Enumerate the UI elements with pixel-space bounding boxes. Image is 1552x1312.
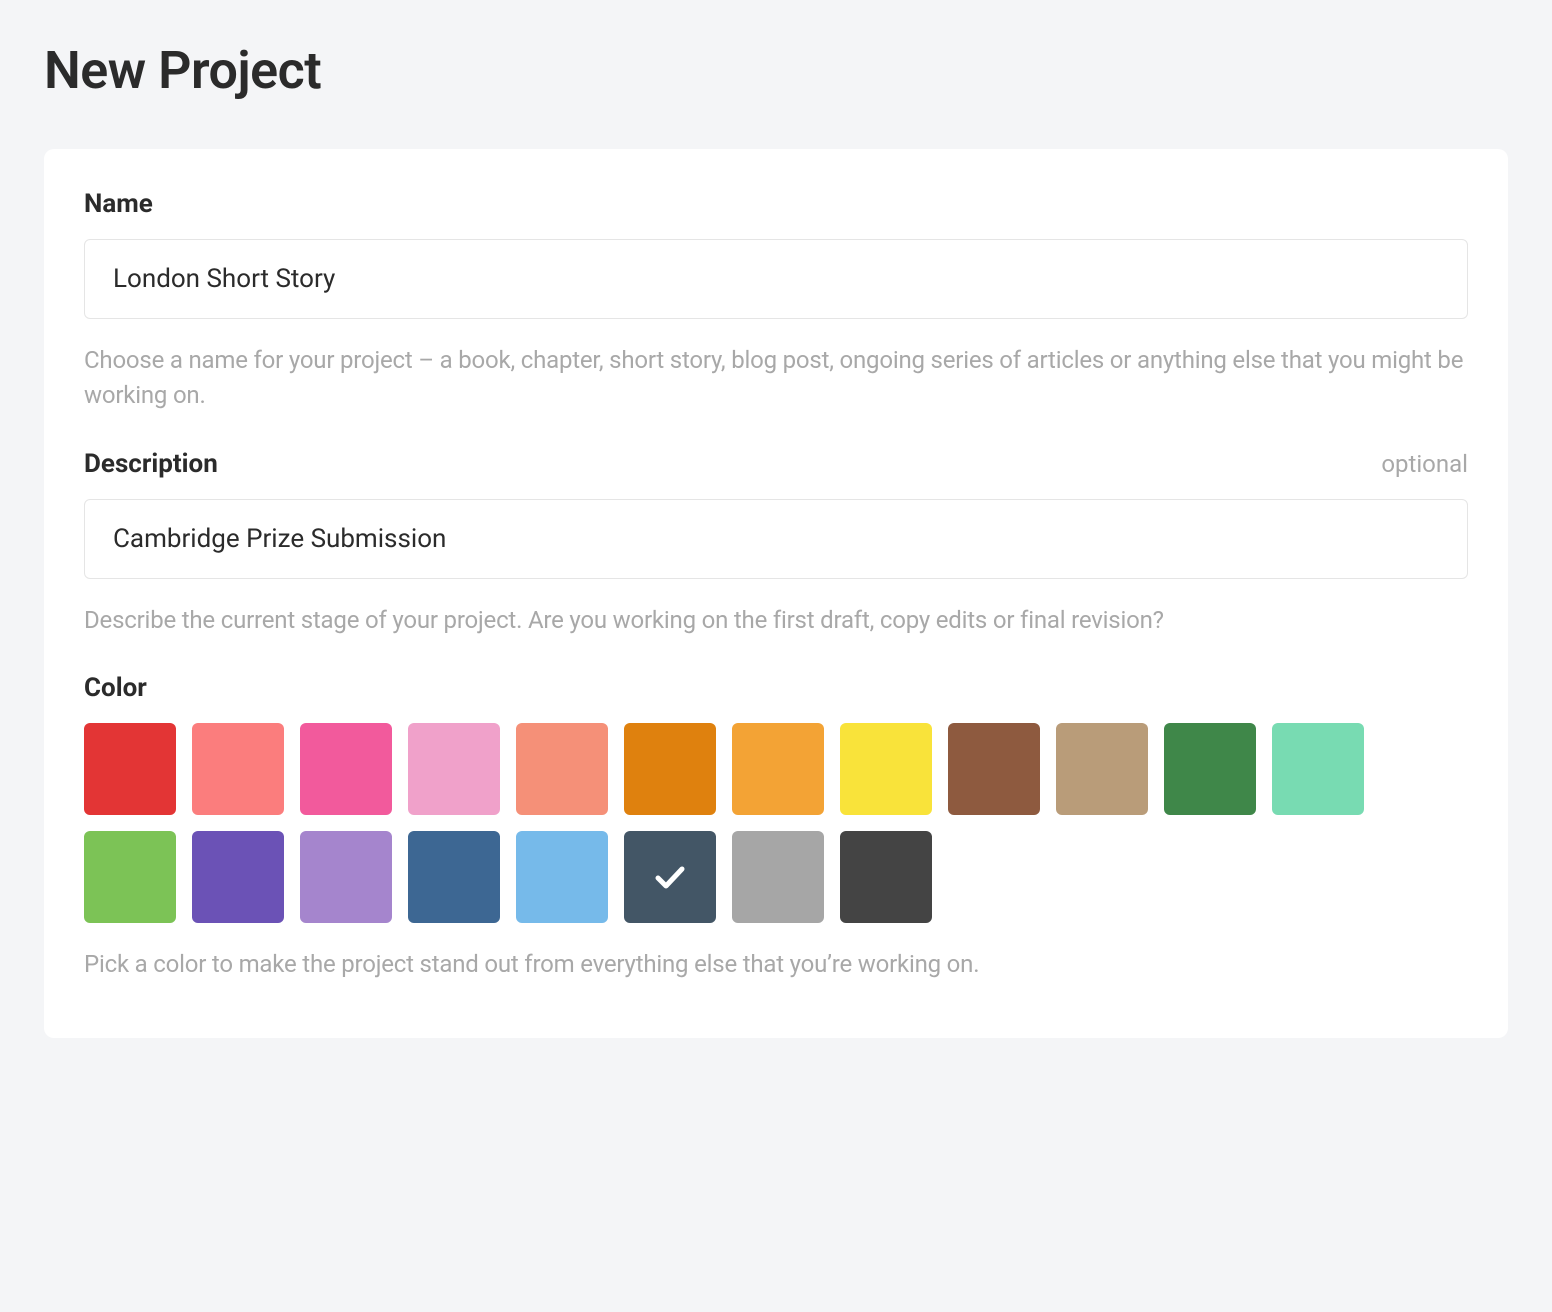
new-project-form-card: Name Choose a name for your project – a … <box>44 149 1508 1038</box>
color-swatch-brown[interactable] <box>948 723 1040 815</box>
name-help-text: Choose a name for your project – a book,… <box>84 343 1468 413</box>
color-swatch-yellow[interactable] <box>840 723 932 815</box>
color-swatch-pink[interactable] <box>300 723 392 815</box>
color-swatch-orange[interactable] <box>732 723 824 815</box>
description-field-group: Description optional Describe the curren… <box>84 449 1468 638</box>
color-swatch-steel-blue[interactable] <box>408 831 500 923</box>
color-swatch-coral[interactable] <box>516 723 608 815</box>
color-swatch-red[interactable] <box>84 723 176 815</box>
color-swatch-gray[interactable] <box>732 831 824 923</box>
color-swatch-mint[interactable] <box>1272 723 1364 815</box>
name-label: Name <box>84 189 153 219</box>
description-label: Description <box>84 449 218 479</box>
name-field-group: Name Choose a name for your project – a … <box>84 189 1468 413</box>
color-label: Color <box>84 673 147 703</box>
color-swatch-salmon[interactable] <box>192 723 284 815</box>
description-label-row: Description optional <box>84 449 1468 479</box>
color-swatch-slate[interactable] <box>624 831 716 923</box>
color-swatch-green[interactable] <box>84 831 176 923</box>
color-swatch-grid <box>84 723 1468 923</box>
color-swatch-purple[interactable] <box>192 831 284 923</box>
color-swatch-light-pink[interactable] <box>408 723 500 815</box>
description-input[interactable] <box>84 499 1468 579</box>
description-help-text: Describe the current stage of your proje… <box>84 603 1468 638</box>
color-help-text: Pick a color to make the project stand o… <box>84 947 1468 982</box>
color-swatch-dark-orange[interactable] <box>624 723 716 815</box>
color-swatch-dark-green[interactable] <box>1164 723 1256 815</box>
name-input[interactable] <box>84 239 1468 319</box>
color-swatch-light-purple[interactable] <box>300 831 392 923</box>
name-label-row: Name <box>84 189 1468 219</box>
color-label-row: Color <box>84 673 1468 703</box>
color-field-group: Color Pick a color to make the project s… <box>84 673 1468 982</box>
checkmark-icon <box>648 855 692 899</box>
color-swatch-tan[interactable] <box>1056 723 1148 815</box>
color-swatch-charcoal[interactable] <box>840 831 932 923</box>
page-title: New Project <box>44 40 1508 101</box>
color-swatch-light-blue[interactable] <box>516 831 608 923</box>
optional-tag: optional <box>1381 450 1468 478</box>
